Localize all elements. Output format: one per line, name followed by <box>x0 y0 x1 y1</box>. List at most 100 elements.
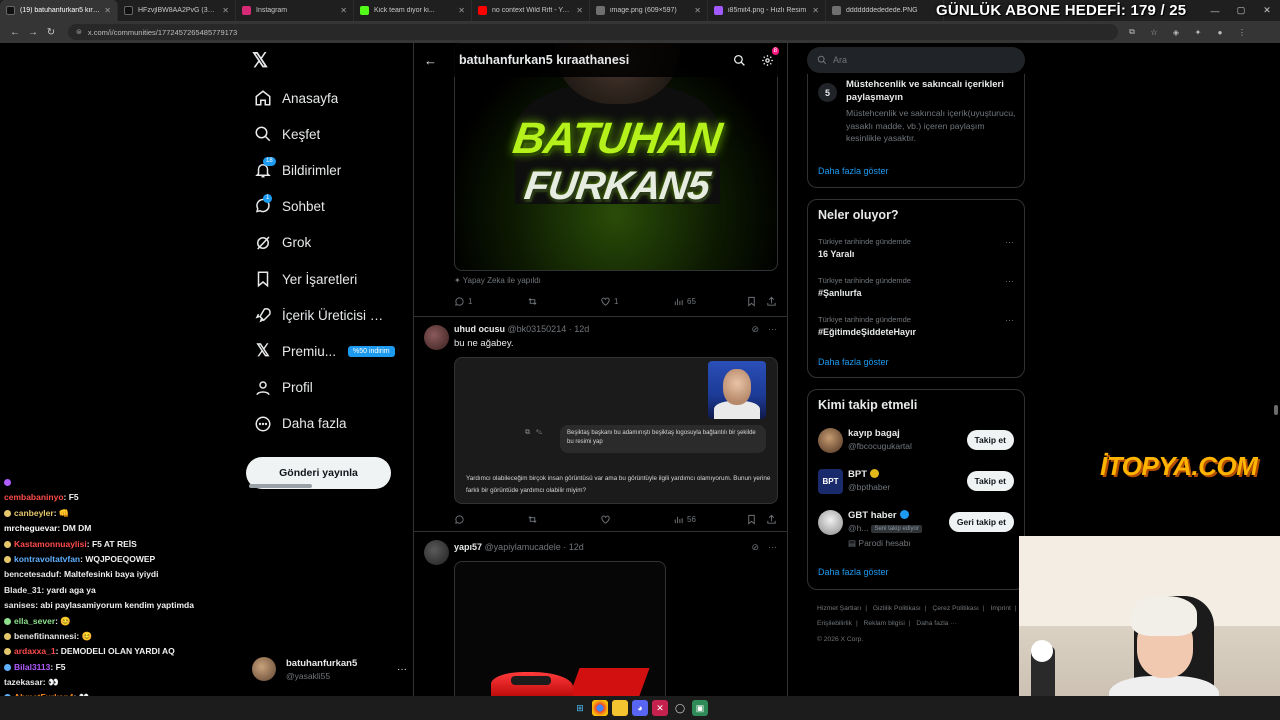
obs-icon[interactable]: ◯ <box>672 700 688 716</box>
more-dots-icon[interactable]: ··· <box>1005 315 1014 325</box>
install-icon[interactable]: ⧉ <box>1124 24 1140 40</box>
footer-link[interactable]: Imprint <box>990 605 1010 612</box>
close-tab-icon[interactable]: ✕ <box>576 6 583 15</box>
site-info-icon[interactable]: ⊜ <box>76 28 82 36</box>
nav-item-more[interactable]: Daha fazla <box>250 406 410 442</box>
views-button[interactable]: 65 <box>673 296 696 307</box>
back-arrow-icon[interactable]: ← <box>6 23 24 41</box>
avatar[interactable]: BPT <box>818 469 843 494</box>
post[interactable]: uhud ocusu @bk03150214 · 12d ⊘ ··· bu ne… <box>414 316 787 531</box>
post-media[interactable]: BATUHAN FURKAN5 <box>454 43 778 271</box>
browser-tab[interactable]: no context Wild Rift - YouTube✕ <box>472 0 590 21</box>
bookmark-button[interactable] <box>746 296 760 307</box>
file-explorer-icon[interactable] <box>612 700 628 716</box>
more-dots-icon[interactable]: ··· <box>397 664 407 675</box>
share-button[interactable] <box>766 296 780 307</box>
avatar[interactable] <box>818 428 843 453</box>
nav-item-bookmarks[interactable]: Yer İşaretleri <box>250 261 410 297</box>
browser-tab[interactable]: Instagram ✕ <box>236 0 354 21</box>
reply-button[interactable] <box>454 514 468 525</box>
reply-button[interactable]: 1 <box>454 296 472 307</box>
gear-icon[interactable]: 8 <box>759 47 779 68</box>
scrollbar-thumb[interactable] <box>1274 405 1278 415</box>
star-icon[interactable]: ☆ <box>1146 24 1162 40</box>
footer-link[interactable]: Daha fazla ··· <box>916 620 957 627</box>
post-media[interactable]: ⧉ ✎ Beşiktaş başkanı bu adamınıştı beşik… <box>454 357 778 504</box>
nav-item-creator-studio[interactable]: İçerik Üreticisi St... <box>250 297 410 333</box>
footer-link[interactable]: Erişilebilirlik <box>817 620 852 627</box>
more-dots-icon[interactable]: ··· <box>768 542 777 553</box>
footer-link[interactable]: Çerez Politikası <box>932 605 978 612</box>
browser-tab[interactable]: i85mit4.png - Hızlı Resim ✕ <box>708 0 826 21</box>
avatar[interactable] <box>424 540 449 565</box>
windows-start-icon[interactable]: ⊞ <box>572 700 588 716</box>
like-button[interactable]: 1 <box>600 296 618 307</box>
more-dots-icon[interactable]: ··· <box>1005 276 1014 286</box>
x-app-icon[interactable]: ✕ <box>652 700 668 716</box>
follow-back-button[interactable]: Geri takip et <box>948 512 1014 532</box>
follow-button[interactable]: Takip et <box>966 430 1014 450</box>
post[interactable]: yapı57 @yapiylamucadele · 12d ⊘ ··· <box>414 531 787 696</box>
app-icon[interactable]: ▣ <box>692 700 708 716</box>
suggested-user-name[interactable]: BPT <box>848 469 879 480</box>
show-more-link[interactable]: Daha fazla göster <box>818 357 889 367</box>
discord-icon[interactable]: ◕ <box>632 700 648 716</box>
trend-item[interactable]: #Şanlıurfa <box>818 288 862 298</box>
like-button[interactable] <box>600 514 614 525</box>
puzzle-icon[interactable]: ✦ <box>1190 24 1206 40</box>
search-input[interactable]: Ara <box>807 47 1025 73</box>
suggested-user-name[interactable]: GBT haber <box>848 510 909 521</box>
avatar[interactable] <box>818 510 843 535</box>
post-button[interactable]: Gönderi yayınla <box>246 457 391 489</box>
nav-item-premium[interactable]: 𝕏 Premiu... %50 indirim <box>250 333 410 369</box>
show-more-link[interactable]: Daha fazla göster <box>818 567 889 577</box>
profile-avatar-icon[interactable]: ● <box>1212 24 1228 40</box>
nav-item-notifications[interactable]: 18 Bildirimler <box>250 152 410 188</box>
post-author-handle[interactable]: @bk03150214 <box>508 324 567 334</box>
browser-tab[interactable]: image.png (609×597) ✕ <box>590 0 708 21</box>
reload-icon[interactable]: ↻ <box>42 23 60 41</box>
browser-tab[interactable]: HFzvjlBW8AA2PvG (3072×4096)✕ <box>118 0 236 21</box>
close-tab-icon[interactable]: ✕ <box>458 6 465 15</box>
browser-tab[interactable]: Kick team diyor ki... ✕ <box>354 0 472 21</box>
views-button[interactable]: 56 <box>673 514 696 525</box>
extension-icon[interactable]: ◈ <box>1168 24 1184 40</box>
post-time[interactable]: 12d <box>574 324 589 334</box>
grok-icon[interactable]: ⊘ <box>751 324 759 335</box>
grok-icon[interactable]: ⊘ <box>751 542 759 553</box>
repost-button[interactable] <box>527 296 541 307</box>
post-author-name[interactable]: uhud ocusu <box>454 324 505 334</box>
close-tab-icon[interactable]: ✕ <box>222 6 229 15</box>
maximize-button[interactable]: ▢ <box>1228 5 1254 16</box>
nav-item-chat[interactable]: 1 Sohbet <box>250 189 410 225</box>
browser-tab[interactable]: (19) batuhanfurkan5 kıraathanesi✕ <box>0 0 118 21</box>
trend-item[interactable]: 16 Yaralı <box>818 249 854 259</box>
repost-button[interactable] <box>527 514 541 525</box>
footer-link[interactable]: Hizmet Şartları <box>817 605 861 612</box>
chrome-icon[interactable] <box>592 700 608 716</box>
minimize-button[interactable]: — <box>1202 6 1228 16</box>
nav-item-explore[interactable]: Keşfet <box>250 116 410 152</box>
nav-item-profile[interactable]: Profil <box>250 370 410 406</box>
close-window-button[interactable]: ✕ <box>1254 5 1280 16</box>
footer-link[interactable]: Reklam bilgisi <box>864 620 905 627</box>
address-bar[interactable]: ⊜ x.com/i/communities/177245726548577917… <box>68 24 1118 40</box>
account-switcher[interactable]: batuhanfurkan5 @yasakli55 ··· <box>252 654 407 684</box>
avatar[interactable] <box>424 325 449 350</box>
nav-item-home[interactable]: Anasayfa <box>250 80 410 116</box>
search-icon[interactable] <box>731 52 747 68</box>
more-dots-icon[interactable]: ··· <box>1005 237 1014 247</box>
forward-arrow-icon[interactable]: → <box>24 23 42 41</box>
close-tab-icon[interactable]: ✕ <box>812 6 819 15</box>
menu-kebab-icon[interactable]: ⋮ <box>1234 24 1250 40</box>
share-button[interactable] <box>766 514 780 525</box>
suggested-user-name[interactable]: kayıp bagaj <box>848 428 900 439</box>
post-author-name[interactable]: yapı57 <box>454 542 482 552</box>
close-tab-icon[interactable]: ✕ <box>694 6 701 15</box>
footer-link[interactable]: Gizlilik Politikası <box>873 605 921 612</box>
post-author-handle[interactable]: @yapiylamucadele <box>485 542 561 552</box>
post-time[interactable]: 12d <box>569 542 584 552</box>
more-dots-icon[interactable]: ··· <box>768 324 777 335</box>
browser-tab[interactable]: dddddddededede.PNG <box>826 0 944 21</box>
close-tab-icon[interactable]: ✕ <box>340 6 347 15</box>
